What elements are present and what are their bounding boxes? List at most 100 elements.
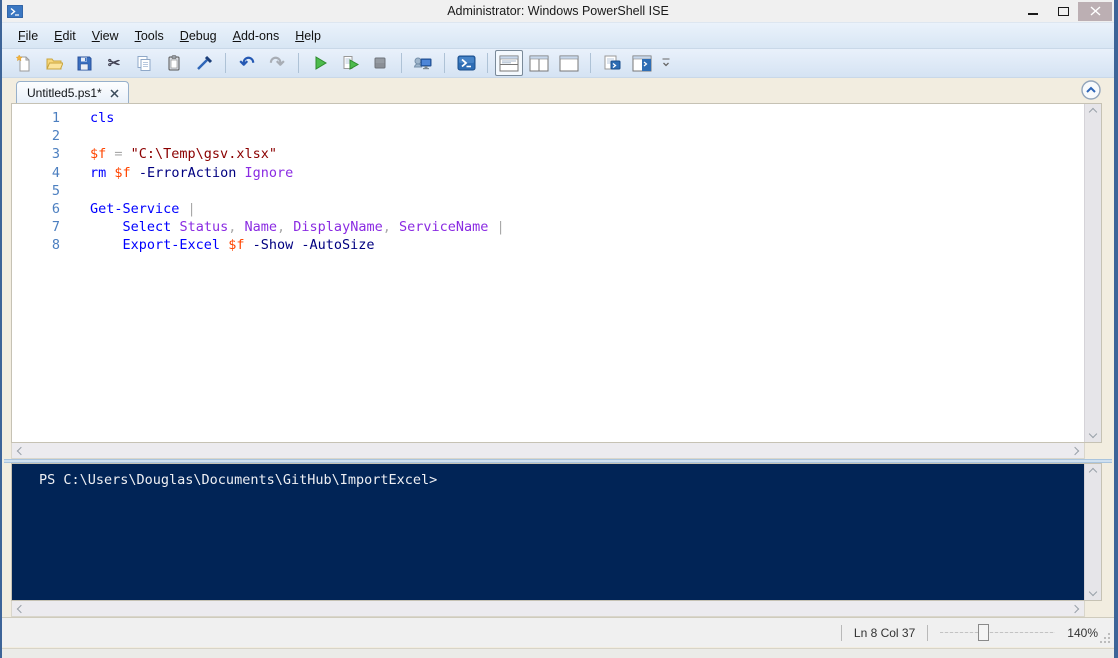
title-bar: Administrator: Windows PowerShell ISE — [2, 0, 1114, 22]
menu-item-tools[interactable]: Tools — [127, 26, 172, 46]
console-prompt: PS C:\Users\Douglas\Documents\GitHub\Imp… — [12, 464, 1084, 488]
code-line[interactable]: 8 Export-Excel $f -Show -AutoSize — [12, 236, 1084, 254]
maximize-icon — [1058, 7, 1069, 16]
new-remote-powershell-tab-button[interactable] — [409, 50, 437, 76]
toolbar-overflow-button[interactable] — [658, 50, 674, 76]
show-script-pane-button[interactable] — [628, 50, 656, 76]
save-icon — [75, 54, 93, 72]
scroll-down-icon[interactable] — [1089, 430, 1097, 438]
code-line[interactable]: 5 — [12, 182, 1084, 200]
menu-item-add-ons[interactable]: Add-ons — [225, 26, 288, 46]
script-editor[interactable]: 1 cls 2 3$f = "C:\Temp\gsv.xlsx"4rm $f -Er… — [12, 104, 1084, 442]
code-line[interactable]: 4rm $f -ErrorAction Ignore — [12, 164, 1084, 182]
show-script-pane-right-button[interactable] — [525, 50, 553, 76]
new-script-button[interactable] — [10, 50, 38, 76]
remote-tab-icon — [413, 54, 433, 72]
scroll-down-icon[interactable] — [1089, 588, 1097, 596]
line-number: 6 — [12, 200, 60, 218]
tab-label: Untitled5.ps1* — [27, 86, 102, 100]
toolbar-separator — [444, 53, 445, 73]
run-script-button[interactable] — [306, 50, 334, 76]
minimize-button[interactable] — [1018, 1, 1048, 21]
code-text: Get-Service | — [90, 200, 196, 218]
zoom-percent: 140% — [1067, 626, 1098, 640]
menu-item-help[interactable]: Help — [287, 26, 329, 46]
code-line[interactable]: 2 — [12, 127, 1084, 145]
tab-close-button[interactable] — [110, 89, 119, 98]
console-vertical-scrollbar[interactable] — [1084, 464, 1101, 600]
line-number: 1 — [12, 109, 60, 127]
open-script-button[interactable] — [40, 50, 68, 76]
code-line[interactable]: 7 Select Status, Name, DisplayName, Serv… — [12, 218, 1084, 236]
stop-icon — [371, 54, 389, 72]
scroll-left-icon[interactable] — [17, 446, 25, 454]
code-text: rm $f -ErrorAction Ignore — [90, 164, 293, 182]
powershell-ise-window: Administrator: Windows PowerShell ISE Fi… — [0, 0, 1118, 658]
scroll-up-icon[interactable] — [1089, 108, 1097, 116]
overflow-chevron-icon — [661, 57, 671, 69]
code-line[interactable]: 6 Get-Service | — [12, 200, 1084, 218]
line-number: 8 — [12, 236, 60, 254]
script-pane-toggle-icon — [632, 55, 652, 72]
line-number: 2 — [12, 127, 60, 145]
menu-item-edit[interactable]: Edit — [46, 26, 84, 46]
save-button[interactable] — [70, 50, 98, 76]
code-lines: 1 cls 2 3$f = "C:\Temp\gsv.xlsx"4rm $f -Er… — [12, 109, 1084, 255]
zoom-slider[interactable] — [940, 623, 1055, 643]
copy-button[interactable] — [130, 50, 158, 76]
scroll-right-icon[interactable] — [1071, 604, 1079, 612]
show-command-window-button[interactable] — [598, 50, 626, 76]
console-pane-row: PS C:\Users\Douglas\Documents\GitHub\Imp… — [11, 463, 1102, 601]
menu-item-debug[interactable]: Debug — [172, 26, 225, 46]
cut-icon: ✂ — [108, 56, 121, 71]
menu-item-file[interactable]: File — [10, 26, 46, 46]
scrollbar-corner — [1085, 601, 1102, 617]
editor-horizontal-scrollbar[interactable] — [11, 443, 1085, 459]
code-line[interactable]: 3$f = "C:\Temp\gsv.xlsx" — [12, 145, 1084, 163]
run-selection-button[interactable] — [336, 50, 364, 76]
code-text — [90, 127, 98, 145]
console-pane[interactable]: PS C:\Users\Douglas\Documents\GitHub\Imp… — [12, 464, 1084, 600]
editor-vertical-scrollbar[interactable] — [1084, 104, 1101, 442]
toolbar: ✂ ↶ ↷ — [2, 48, 1114, 78]
code-line[interactable]: 1 cls — [12, 109, 1084, 127]
script-pane-maximized-icon — [559, 55, 579, 72]
powershell-console-icon — [457, 54, 476, 72]
clear-pane-icon — [195, 54, 213, 72]
script-pane-right-icon — [529, 55, 549, 72]
collapse-script-pane-button[interactable] — [1081, 80, 1101, 103]
zoom-slider-thumb[interactable] — [978, 624, 989, 641]
stop-operation-button[interactable] — [366, 50, 394, 76]
minimize-icon — [1028, 13, 1038, 15]
cursor-position: Ln 8 Col 37 — [854, 626, 915, 640]
scroll-left-icon[interactable] — [17, 604, 25, 612]
scroll-right-icon[interactable] — [1071, 446, 1079, 454]
code-text: cls — [90, 109, 114, 127]
code-text: Export-Excel $f -Show -AutoSize — [90, 236, 375, 254]
window-title: Administrator: Windows PowerShell ISE — [2, 4, 1114, 18]
maximize-button[interactable] — [1048, 1, 1078, 21]
redo-button[interactable]: ↷ — [263, 50, 291, 76]
run-script-icon — [311, 54, 329, 72]
toolbar-separator — [225, 53, 226, 73]
copy-icon — [135, 54, 153, 72]
new-script-icon — [15, 54, 33, 72]
zoom-slider-track[interactable] — [940, 632, 1055, 633]
chevron-up-circle-icon — [1081, 80, 1101, 100]
run-selection-icon — [341, 54, 359, 72]
show-script-pane-maximized-button[interactable] — [555, 50, 583, 76]
cut-button[interactable]: ✂ — [100, 50, 128, 76]
scroll-up-icon[interactable] — [1089, 468, 1097, 476]
clear-console-pane-button[interactable] — [190, 50, 218, 76]
show-script-pane-top-button[interactable] — [495, 50, 523, 76]
statusbar-separator — [927, 625, 928, 641]
paste-button[interactable] — [160, 50, 188, 76]
close-button[interactable] — [1078, 2, 1112, 21]
menu-item-view[interactable]: View — [84, 26, 127, 46]
tab-untitled5[interactable]: Untitled5.ps1* — [16, 81, 129, 103]
start-powershell-button[interactable] — [452, 50, 480, 76]
console-horizontal-scrollbar[interactable] — [11, 601, 1085, 617]
resize-grip-icon[interactable] — [1099, 632, 1111, 644]
code-text: $f = "C:\Temp\gsv.xlsx" — [90, 145, 277, 163]
undo-button[interactable]: ↶ — [233, 50, 261, 76]
